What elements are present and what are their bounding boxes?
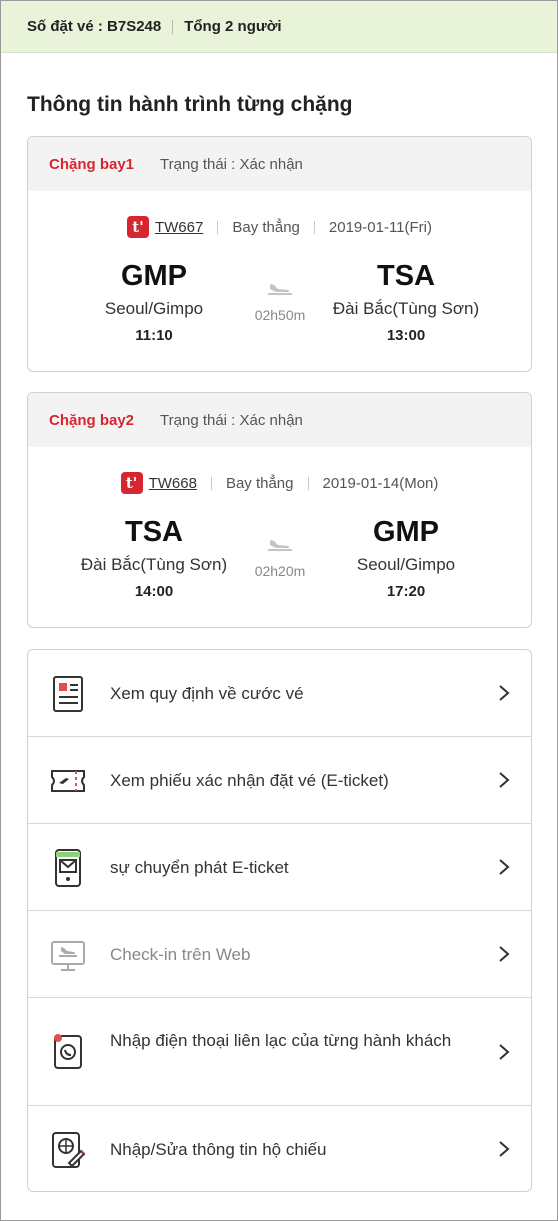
flight-duration: 02h20m — [254, 563, 306, 579]
arrival-time: 13:00 — [386, 327, 426, 344]
chevron-right-icon — [499, 859, 510, 875]
mobile-mail-icon — [55, 849, 81, 887]
chevron-right-icon — [499, 1044, 510, 1060]
menu-item-fare-rules[interactable]: Xem quy định về cước vé — [28, 650, 531, 737]
divider — [313, 220, 315, 234]
arrival-airport: TSA Đài Bắc(Tùng Sơn) 13:00 — [316, 259, 496, 344]
chevron-right-icon — [499, 1141, 510, 1157]
departure-airport: TSA Đài Bắc(Tùng Sơn) 14:00 — [64, 515, 244, 600]
leg-name: Chặng bay2 — [49, 411, 135, 429]
menu-item-e-ticket-delivery[interactable]: sự chuyển phát E-ticket — [28, 824, 531, 911]
menu-item-label: Xem phiếu xác nhận đặt vé (E-ticket) — [110, 771, 389, 790]
flight-leg-card: Chặng bay1 Trạng thái : Xác nhận t' TW66… — [27, 136, 532, 372]
contact-phone-icon — [54, 1034, 82, 1069]
divider — [172, 19, 174, 34]
chevron-right-icon — [499, 685, 510, 701]
menu-item-label: Check-in trên Web — [110, 945, 251, 964]
airline-logo-icon: t' — [126, 216, 149, 238]
passenger-count: Tổng 2 người — [184, 18, 282, 35]
passport-edit-icon — [52, 1132, 86, 1168]
leg-body: t' TW668 Bay thẳng 2019-01-14(Mon) TSA Đ… — [28, 447, 531, 627]
booking-summary-bar: Số đặt vé : B7S248 Tổng 2 người — [1, 1, 557, 53]
arrival-code: TSA — [377, 260, 435, 292]
airline-logo-icon: t' — [120, 472, 143, 494]
flight-duration-block: 02h20m — [235, 537, 325, 579]
leg-header: Chặng bay2 Trạng thái : Xác nhận — [28, 393, 531, 447]
leg-status: Trạng thái : Xác nhận — [160, 411, 303, 429]
booking-number: Số đặt vé : B7S248 — [27, 18, 162, 35]
flight-type: Bay thẳng — [225, 474, 294, 492]
menu-item-label: Xem quy định về cước vé — [110, 684, 304, 703]
divider — [210, 476, 212, 490]
departure-code: GMP — [120, 260, 188, 292]
menu-item-label: Nhập điện thoại liên lạc của từng hành k… — [110, 1031, 452, 1050]
flight-duration-block: 02h50m — [235, 281, 325, 323]
leg-status: Trạng thái : Xác nhận — [160, 155, 303, 173]
arrival-code: GMP — [372, 516, 440, 548]
flight-date: 2019-01-14(Mon) — [322, 474, 439, 492]
flight-meta: t' TW668 Bay thẳng 2019-01-14(Mon) — [28, 472, 531, 494]
menu-item-e-ticket[interactable]: Xem phiếu xác nhận đặt vé (E-ticket) — [28, 737, 531, 824]
arrival-time: 17:20 — [386, 583, 426, 600]
flight-meta: t' TW667 Bay thẳng 2019-01-11(Fri) — [28, 216, 531, 238]
menu-item-passport-info[interactable]: Nhập/Sửa thông tin hộ chiếu — [28, 1106, 531, 1191]
departure-time: 14:00 — [134, 583, 174, 600]
departure-city: Seoul/Gimpo — [104, 299, 204, 318]
menu-item-label: Nhập/Sửa thông tin hộ chiếu — [110, 1140, 327, 1159]
divider — [307, 476, 309, 490]
divider — [217, 220, 219, 234]
flight-number-link[interactable]: TW667 — [155, 219, 203, 236]
flight-date: 2019-01-11(Fri) — [328, 218, 433, 236]
menu-item-passenger-contact[interactable]: Nhập điện thoại liên lạc của từng hành k… — [28, 998, 531, 1106]
leg-name: Chặng bay1 — [49, 155, 135, 173]
departure-code: TSA — [125, 516, 183, 548]
flight-type: Bay thẳng — [232, 218, 300, 236]
chevron-right-icon — [499, 946, 510, 962]
arrival-city: Đài Bắc(Tùng Sơn) — [332, 299, 480, 318]
departure-city: Đài Bắc(Tùng Sơn) — [80, 555, 228, 574]
flight-leg-card: Chặng bay2 Trạng thái : Xác nhận t' TW66… — [27, 392, 532, 628]
flight-number-link[interactable]: TW668 — [149, 475, 197, 492]
plane-landing-icon — [268, 284, 292, 295]
chevron-right-icon — [499, 772, 510, 788]
departure-airport: GMP Seoul/Gimpo 11:10 — [64, 259, 244, 344]
section-title: Thông tin hành trình từng chặng — [27, 93, 353, 116]
arrival-airport: GMP Seoul/Gimpo 17:20 — [316, 515, 496, 600]
arrival-city: Seoul/Gimpo — [356, 555, 456, 574]
leg-body: t' TW667 Bay thẳng 2019-01-11(Fri) GMP S… — [28, 191, 531, 371]
flight-duration: 02h50m — [254, 307, 306, 323]
menu-item-label: sự chuyển phát E-ticket — [110, 858, 289, 877]
ticket-icon — [51, 770, 85, 792]
menu-item-web-checkin[interactable]: Check-in trên Web — [28, 911, 531, 998]
departure-time: 11:10 — [135, 327, 173, 344]
booking-actions-menu: Xem quy định về cước vé Xem phiếu xác nh… — [27, 649, 532, 1192]
web-checkin-icon — [51, 941, 85, 971]
fare-rules-icon — [53, 676, 83, 712]
leg-header: Chặng bay1 Trạng thái : Xác nhận — [28, 137, 531, 191]
plane-landing-icon — [268, 540, 292, 551]
